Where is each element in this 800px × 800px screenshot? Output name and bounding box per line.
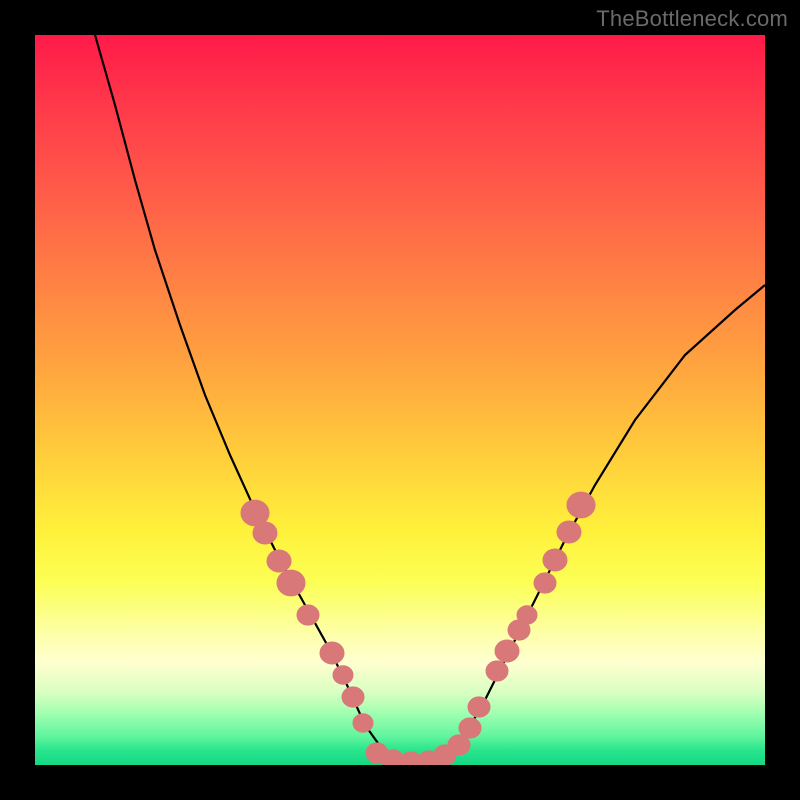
curve-bead [517,606,537,624]
curve-bead [267,550,291,572]
curve-bead [534,573,556,593]
beads-group [241,492,595,765]
bottleneck-curve-path [95,35,765,763]
curve-bead [468,697,490,717]
curve-bead [320,642,344,664]
chart-frame: TheBottleneck.com [0,0,800,800]
watermark-text: TheBottleneck.com [596,6,788,32]
curve-bead [253,522,277,544]
plot-area [35,35,765,765]
curve-bead [448,735,470,755]
curve-bead [495,640,519,662]
bottleneck-curve-svg [35,35,765,765]
curve-bead [333,666,353,684]
curve-bead [557,521,581,543]
curve-bead [543,549,567,571]
curve-bead [567,492,595,518]
curve-bead [342,687,364,707]
curve-bead [353,714,373,732]
curve-bead [486,661,508,681]
curve-bead [297,605,319,625]
curve-bead [277,570,305,596]
